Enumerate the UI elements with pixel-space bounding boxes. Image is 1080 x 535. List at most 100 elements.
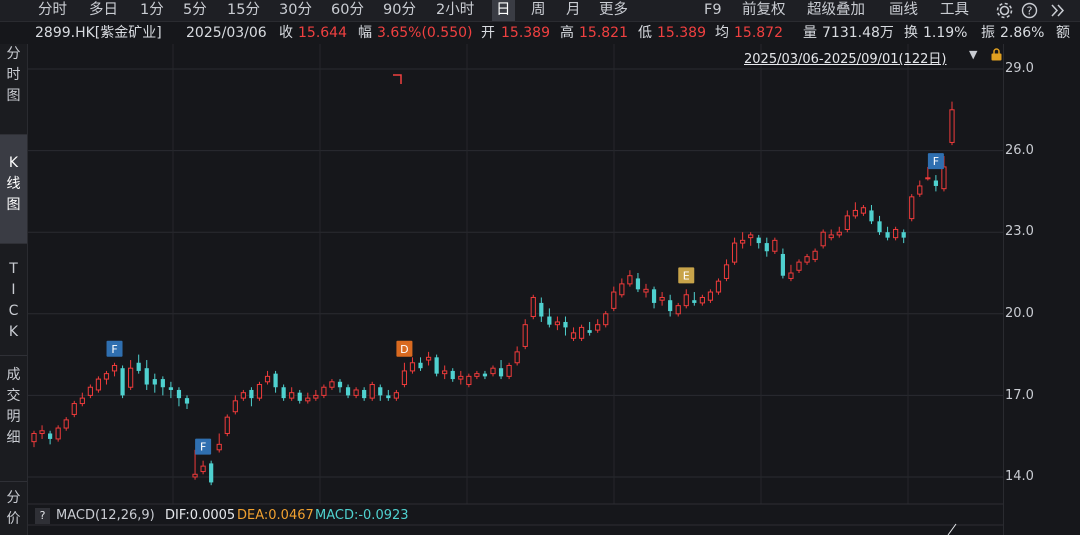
- candle-body: [635, 278, 641, 290]
- candle-body: [273, 373, 278, 388]
- candle-body: [337, 381, 343, 388]
- candle-body: [425, 356, 432, 361]
- candle-body: [297, 392, 302, 401]
- f9-button[interactable]: F9: [704, 0, 722, 21]
- candle-body: [554, 321, 561, 326]
- candle-body: [386, 395, 391, 399]
- candle-body: [522, 324, 528, 347]
- lock-icon[interactable]: [990, 48, 1003, 61]
- macd-help-button[interactable]: ?: [35, 508, 50, 524]
- candle-body: [95, 378, 102, 391]
- candle-body: [136, 362, 141, 371]
- candle-body: [378, 387, 383, 396]
- avg-label: 均: [715, 25, 729, 41]
- candle-body: [55, 427, 61, 440]
- candle-body: [168, 387, 173, 390]
- candle-body: [587, 330, 592, 333]
- candle-body: [209, 463, 214, 483]
- sidebar-item-kline[interactable]: K 线 图: [0, 135, 27, 243]
- candle-body: [63, 419, 69, 429]
- candle-body: [120, 368, 125, 396]
- tab-2hour[interactable]: 2小时: [436, 0, 474, 21]
- candle-body: [699, 296, 705, 304]
- swing-label: 振: [981, 25, 995, 41]
- candle-body: [852, 209, 858, 217]
- double-chevron-right-icon[interactable]: [1050, 3, 1066, 18]
- candle-body: [458, 375, 464, 380]
- tab-15min[interactable]: 15分: [227, 0, 260, 21]
- candle-body: [474, 373, 480, 377]
- period-toolbar: 分时 多日 1分 5分 15分 30分 60分 90分 2小时 日 周 月 更多…: [0, 0, 1080, 22]
- sidebar-item-trade-detail[interactable]: 成 交 明 细: [0, 365, 27, 475]
- candle-body: [925, 177, 931, 180]
- candle-body: [409, 362, 416, 372]
- candle-body: [506, 364, 512, 377]
- candle-body: [909, 196, 915, 220]
- sidebar-item-price-volume[interactable]: 分 价: [0, 488, 27, 535]
- tab-more[interactable]: 更多: [599, 0, 628, 21]
- macd-dif-line: [947, 523, 957, 535]
- tab-1min[interactable]: 1分: [140, 0, 164, 21]
- candle-body: [160, 379, 165, 388]
- stock-code[interactable]: 2899.HK[紫金矿业]: [35, 22, 162, 44]
- sidebar-item-tick[interactable]: T I C K: [0, 259, 27, 355]
- super-overlay-button[interactable]: 超级叠加: [807, 0, 865, 21]
- sidebar-item-fenshi[interactable]: 分 时 图: [0, 44, 27, 134]
- tab-60min[interactable]: 60分: [331, 0, 364, 21]
- candle-body: [595, 324, 601, 331]
- tools-button[interactable]: 工具: [940, 0, 969, 21]
- candle-body: [240, 392, 246, 399]
- candle-body: [530, 296, 536, 318]
- tab-5min[interactable]: 5分: [183, 0, 207, 21]
- candle-body: [683, 294, 689, 307]
- candle-body: [256, 384, 263, 399]
- candle-body: [216, 443, 222, 451]
- candle-body: [329, 381, 335, 388]
- tab-day[interactable]: 日: [492, 0, 515, 21]
- candle-body: [836, 231, 842, 236]
- candle-body: [200, 465, 206, 473]
- tab-week[interactable]: 周: [531, 0, 546, 21]
- candle-body: [176, 389, 182, 399]
- help-icon[interactable]: ?: [1021, 2, 1038, 19]
- tab-multi-day[interactable]: 多日: [89, 0, 118, 21]
- candle-body: [885, 232, 890, 238]
- candle-body: [796, 261, 802, 271]
- candle-body: [651, 289, 657, 303]
- tab-30min[interactable]: 30分: [279, 0, 312, 21]
- candle-body: [731, 242, 738, 263]
- candle-body: [860, 207, 867, 214]
- volume-label: 量: [803, 25, 817, 41]
- price-axis: [1003, 44, 1080, 535]
- candle-body: [48, 433, 53, 439]
- candle-body: [111, 364, 118, 372]
- candle-body: [345, 387, 351, 396]
- candle-body: [152, 379, 157, 385]
- tab-month[interactable]: 月: [566, 0, 581, 21]
- candle-body: [917, 185, 923, 195]
- candle-body: [812, 250, 818, 260]
- kline-chart[interactable]: F F D E F: [28, 44, 1003, 535]
- close-value: 15.644: [298, 25, 347, 41]
- date-range-label[interactable]: 2025/03/06-2025/09/01(122日): [744, 48, 947, 67]
- candle-body: [103, 373, 110, 380]
- chevron-down-icon[interactable]: ▼: [969, 48, 977, 61]
- candle-body: [707, 291, 714, 301]
- candle-body: [128, 367, 134, 388]
- candle-body: [764, 243, 769, 252]
- candle-body: [869, 210, 874, 222]
- settings-icon[interactable]: [996, 2, 1013, 19]
- event-marker-label: F: [111, 343, 117, 356]
- draw-line-button[interactable]: 画线: [889, 0, 918, 21]
- candle-body: [740, 239, 746, 244]
- macd-title[interactable]: MACD(12,26,9): [56, 507, 155, 525]
- candle-body: [828, 234, 834, 239]
- candle-body: [192, 473, 198, 478]
- forward-adjust-button[interactable]: 前复权: [742, 0, 786, 21]
- open-value: 15.389: [501, 25, 550, 41]
- tab-fenshi[interactable]: 分时: [38, 0, 67, 21]
- macd-value: MACD:-0.0923: [315, 508, 409, 523]
- tab-90min[interactable]: 90分: [383, 0, 416, 21]
- candle-body: [780, 253, 785, 276]
- candle-body: [933, 180, 938, 186]
